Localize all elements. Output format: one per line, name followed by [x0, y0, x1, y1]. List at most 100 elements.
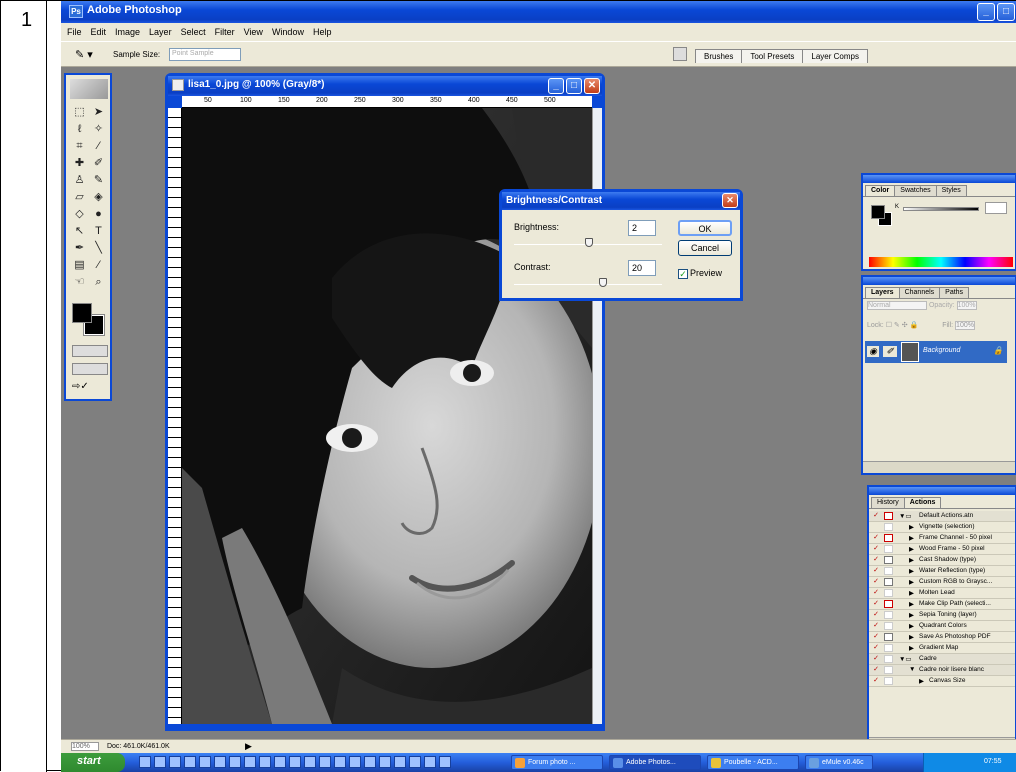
palette-well-tab-tool-presets[interactable]: Tool Presets [741, 49, 804, 63]
taskbar-task-forum[interactable]: Forum photo ... [511, 755, 603, 770]
tray-clock[interactable]: 07:55 [984, 758, 1002, 765]
expand-triangle-icon[interactable]: ▶ [909, 578, 914, 586]
expand-triangle-icon[interactable]: ▶ [909, 545, 914, 553]
healing-brush-tool-icon[interactable]: ✚ [70, 156, 89, 171]
dialog-toggle-box[interactable] [884, 644, 893, 652]
pen-tool-icon[interactable]: ✒ [70, 241, 89, 256]
document-title-bar[interactable]: lisa1_0.jpg @ 100% (Gray/8*) _ □ ✕ [168, 76, 602, 96]
quick-mask-buttons[interactable] [72, 345, 108, 357]
action-row[interactable]: ✓ ▶ Molten Lead [869, 588, 1015, 599]
dialog-toggle-box[interactable] [884, 512, 893, 520]
action-row[interactable]: ✓ ▶ Quadrant Colors [869, 621, 1015, 632]
crop-tool-icon[interactable]: ⌗ [70, 139, 89, 154]
menu-file[interactable]: File [67, 27, 82, 41]
action-toggle-check-icon[interactable]: ✓ [871, 577, 881, 585]
quicklaunch-icon[interactable] [409, 756, 421, 768]
tab-channels[interactable]: Channels [898, 287, 941, 298]
doc-close-button[interactable]: ✕ [584, 78, 600, 94]
palette-fg-color-swatch[interactable] [871, 205, 885, 219]
dialog-toggle-box[interactable] [884, 556, 893, 564]
action-toggle-check-icon[interactable]: ✓ [871, 566, 881, 574]
action-row[interactable]: ✓ ▼ Cadre noir lisere blanc [869, 665, 1015, 676]
action-row[interactable]: ✓ ▶ Gradient Map [869, 643, 1015, 654]
move-tool-icon[interactable]: ➤ [89, 105, 108, 120]
action-row[interactable]: ✓ ▶ Make Clip Path (selecti... [869, 599, 1015, 610]
dialog-toggle-box[interactable] [884, 622, 893, 630]
contrast-slider-thumb[interactable] [598, 278, 607, 287]
dialog-toggle-box[interactable] [884, 545, 893, 553]
blend-mode-select[interactable]: Normal [867, 301, 927, 310]
k-channel-slider[interactable] [903, 207, 979, 211]
menu-view[interactable]: View [244, 27, 263, 41]
quicklaunch-icon[interactable] [229, 756, 241, 768]
action-toggle-check-icon[interactable]: ✓ [871, 632, 881, 640]
opacity-input[interactable]: 100% [956, 301, 977, 310]
slice-tool-icon[interactable]: ⁄ [89, 139, 108, 154]
cancel-button[interactable]: Cancel [678, 240, 732, 256]
action-set-row[interactable]: ✓ ▼▭ Default Actions.atn [869, 511, 1015, 522]
menu-edit[interactable]: Edit [91, 27, 107, 41]
hand-tool-icon[interactable]: ☜ [70, 275, 89, 290]
quicklaunch-icon[interactable] [334, 756, 346, 768]
file-browser-icon[interactable] [673, 47, 687, 61]
palette-title-strip[interactable] [863, 175, 1015, 183]
dialog-toggle-box[interactable] [884, 666, 893, 674]
zoom-tool-icon[interactable]: ⌕ [89, 275, 108, 290]
menu-select[interactable]: Select [181, 27, 206, 41]
menu-filter[interactable]: Filter [215, 27, 235, 41]
folder-icon[interactable]: ▼▭ [899, 655, 912, 663]
folder-icon[interactable]: ▼▭ [899, 512, 912, 520]
action-toggle-check-icon[interactable]: ✓ [871, 555, 881, 563]
blur-tool-icon[interactable]: ◇ [70, 207, 89, 222]
action-row[interactable]: ▶ Vignette (selection) [869, 522, 1015, 533]
expand-triangle-icon[interactable]: ▶ [909, 633, 914, 641]
k-channel-value[interactable] [985, 202, 1007, 214]
action-row[interactable]: ✓ ▶ Save As Photoshop PDF [869, 632, 1015, 643]
lock-icons[interactable]: ☐ ✎ ✣ 🔒 [886, 322, 919, 329]
menu-image[interactable]: Image [115, 27, 140, 41]
expand-triangle-icon[interactable]: ▶ [909, 622, 914, 630]
tab-color[interactable]: Color [865, 185, 896, 196]
folder-icon[interactable]: ▼ [909, 666, 915, 673]
tab-swatches[interactable]: Swatches [894, 185, 937, 196]
dialog-close-button[interactable]: ✕ [722, 193, 738, 208]
quicklaunch-icon[interactable] [364, 756, 376, 768]
quicklaunch-icon[interactable] [184, 756, 196, 768]
paint-bucket-tool-icon[interactable]: ◈ [89, 190, 108, 205]
action-row[interactable]: ✓ ▶ Frame Channel - 50 pixel [869, 533, 1015, 544]
eraser-tool-icon[interactable]: ▱ [70, 190, 89, 205]
expand-triangle-icon[interactable]: ▶ [919, 677, 924, 685]
quicklaunch-icon[interactable] [139, 756, 151, 768]
brush-tool-icon[interactable]: ✐ [89, 156, 108, 171]
taskbar-task-emule[interactable]: eMule v0.46c [805, 755, 873, 770]
action-toggle-check-icon[interactable]: ✓ [871, 610, 881, 618]
palette-title-strip[interactable] [869, 487, 1015, 495]
dialog-toggle-box[interactable] [884, 523, 893, 531]
quicklaunch-icon[interactable] [199, 756, 211, 768]
action-toggle-check-icon[interactable]: ✓ [871, 588, 881, 596]
lasso-tool-icon[interactable]: ℓ [70, 122, 89, 137]
dialog-title-bar[interactable]: Brightness/Contrast ✕ [502, 192, 740, 210]
quicklaunch-icon[interactable] [289, 756, 301, 768]
tab-styles[interactable]: Styles [935, 185, 967, 196]
palette-title-strip[interactable] [863, 277, 1015, 285]
action-toggle-check-icon[interactable]: ✓ [871, 511, 881, 519]
taskbar-task-acdsee[interactable]: Poubelle - ACD... [707, 755, 799, 770]
expand-triangle-icon[interactable]: ▶ [909, 611, 914, 619]
palette-well-tab-layer-comps[interactable]: Layer Comps [802, 49, 868, 63]
dialog-toggle-box[interactable] [884, 655, 893, 663]
dodge-tool-icon[interactable]: ● [89, 207, 108, 222]
quicklaunch-icon[interactable] [154, 756, 166, 768]
palette-well-tab-brushes[interactable]: Brushes [695, 49, 743, 63]
line-tool-icon[interactable]: ╲ [89, 241, 108, 256]
quicklaunch-icon[interactable] [214, 756, 226, 768]
contrast-input[interactable]: 20 [628, 260, 656, 276]
menu-layer[interactable]: Layer [149, 27, 172, 41]
maximize-button[interactable]: □ [997, 3, 1015, 21]
action-row[interactable]: ✓ ▶ Sepia Toning (layer) [869, 610, 1015, 621]
quicklaunch-icon[interactable] [304, 756, 316, 768]
action-set-row[interactable]: ✓ ▼▭ Cadre [869, 654, 1015, 665]
preview-checkbox[interactable]: ✓ Preview [678, 268, 722, 279]
tab-layers[interactable]: Layers [865, 287, 900, 298]
app-title-bar[interactable]: Ps Adobe Photoshop _ □ [61, 1, 1016, 23]
